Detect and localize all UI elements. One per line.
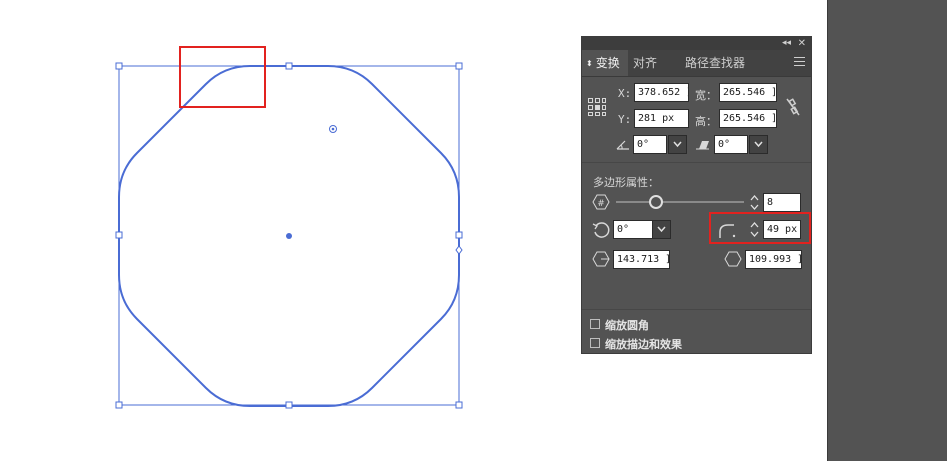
height-field[interactable]: 265.546 ] bbox=[719, 109, 777, 128]
right-dock-area bbox=[827, 0, 947, 461]
handle-bottom-left[interactable] bbox=[115, 401, 123, 409]
polygon-rotation-dropdown-button[interactable] bbox=[652, 220, 671, 239]
tab-transform[interactable]: ⬍ 变换 bbox=[582, 50, 628, 76]
handle-bottom-right[interactable] bbox=[455, 401, 463, 409]
shear-dropdown-button[interactable] bbox=[749, 135, 768, 154]
handle-middle-left[interactable] bbox=[115, 231, 123, 239]
tab-align[interactable]: 对齐 bbox=[633, 50, 673, 76]
scale-corners-checkbox[interactable] bbox=[590, 319, 600, 329]
sides-slider-track[interactable] bbox=[616, 201, 744, 203]
shear-field[interactable]: 0° bbox=[714, 135, 748, 154]
live-corner-widget-dot bbox=[331, 127, 335, 131]
polygon-sides-widget[interactable] bbox=[455, 245, 463, 255]
sides-stepper[interactable] bbox=[748, 193, 761, 212]
polygon-sides-icon: # bbox=[592, 194, 610, 210]
rotate-field[interactable]: 0° bbox=[633, 135, 667, 154]
svg-text:#: # bbox=[597, 199, 605, 209]
scale-strokes-label: 缩放描边和效果 bbox=[605, 338, 682, 351]
link-proportions-icon[interactable] bbox=[785, 97, 801, 117]
x-label: X: bbox=[618, 87, 632, 100]
side-length-icon bbox=[592, 251, 610, 267]
rotate-dropdown-button[interactable] bbox=[668, 135, 687, 154]
collapse-icon[interactable]: ◂◂ bbox=[782, 37, 791, 50]
chevron-down-icon bbox=[754, 141, 763, 148]
polygon-properties-title: 多边形属性： bbox=[593, 176, 659, 189]
y-field[interactable]: 281 px bbox=[634, 109, 689, 128]
tab-pathfinder-label: 路径查找器 bbox=[685, 56, 746, 70]
shear-icon bbox=[696, 141, 709, 150]
tab-pathfinder[interactable]: 路径查找器 bbox=[685, 50, 755, 76]
chevron-down-icon bbox=[673, 141, 682, 148]
handle-bottom-middle[interactable] bbox=[285, 401, 293, 409]
section-divider bbox=[582, 162, 811, 163]
width-label: 宽： bbox=[695, 89, 717, 102]
handle-top-right[interactable] bbox=[455, 62, 463, 70]
tab-transform-label: 变换 bbox=[595, 56, 620, 70]
section-divider bbox=[582, 309, 811, 310]
transform-panel: ◂◂ ✕ ⬍ 变换 对齐 路径查找器 X: 378.652 ] 宽： 265.54… bbox=[581, 36, 812, 354]
x-field[interactable]: 378.652 ] bbox=[634, 83, 689, 102]
center-point bbox=[286, 233, 292, 239]
side-count-field[interactable]: 8 bbox=[763, 193, 801, 212]
polygon-rotate-icon bbox=[592, 222, 610, 238]
chevron-down-icon bbox=[657, 226, 666, 233]
corner-highlight-box bbox=[179, 46, 266, 108]
rotate-icon bbox=[616, 140, 629, 150]
width-field[interactable]: 265.546 ] bbox=[719, 83, 777, 102]
height-label: 高： bbox=[695, 115, 717, 128]
y-label: Y: bbox=[618, 113, 632, 126]
handle-top-left[interactable] bbox=[115, 62, 123, 70]
handle-top-middle[interactable] bbox=[285, 62, 293, 70]
polygon-rotation-field[interactable]: 0° bbox=[613, 220, 653, 239]
panel-titlebar[interactable]: ◂◂ ✕ bbox=[582, 37, 811, 50]
close-icon[interactable]: ✕ bbox=[798, 37, 806, 50]
side-length-field[interactable]: 143.713 ] bbox=[613, 250, 670, 269]
reference-point-icon[interactable] bbox=[587, 97, 607, 117]
polygon-radius-field[interactable]: 109.993 ] bbox=[745, 250, 802, 269]
handle-middle-right[interactable] bbox=[455, 231, 463, 239]
panel-tabs: ⬍ 变换 对齐 路径查找器 bbox=[582, 50, 811, 77]
panel-menu-icon[interactable] bbox=[794, 57, 805, 67]
sides-slider-thumb[interactable] bbox=[649, 195, 663, 209]
tab-expand-icon: ⬍ bbox=[586, 58, 593, 68]
tab-align-label: 对齐 bbox=[633, 56, 658, 70]
corner-radius-highlight-box bbox=[709, 212, 811, 244]
scale-strokes-checkbox[interactable] bbox=[590, 338, 600, 348]
scale-corners-label: 缩放圆角 bbox=[605, 319, 649, 332]
polygon-radius-icon bbox=[724, 251, 742, 267]
